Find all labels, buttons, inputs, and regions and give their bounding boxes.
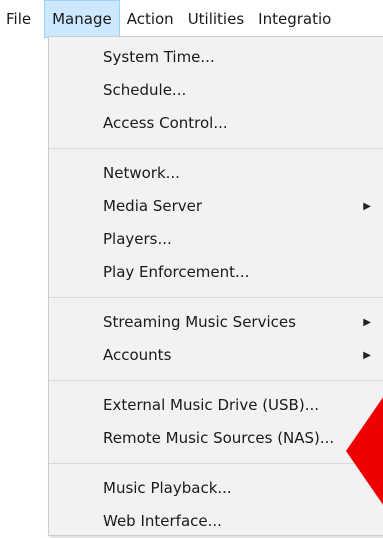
menu-separator — [49, 380, 383, 381]
submenu-arrow-icon: ▶ — [363, 350, 371, 361]
menu-item-play-enforcement[interactable]: Play Enforcement... — [49, 256, 383, 289]
menu-utilities[interactable]: Utilities — [181, 0, 251, 38]
menu-item-schedule[interactable]: Schedule... — [49, 74, 383, 107]
menu-item-label: Accounts — [103, 346, 172, 364]
submenu-arrow-icon: ▶ — [363, 201, 371, 212]
menu-item-label: Remote Music Sources (NAS)... — [103, 429, 335, 447]
menu-item-label: Play Enforcement... — [103, 263, 250, 281]
menu-item-web-interface[interactable]: Web Interface... — [49, 505, 383, 538]
menu-item-music-playback[interactable]: Music Playback... — [49, 472, 383, 505]
menu-separator — [49, 297, 383, 298]
menu-separator — [49, 463, 383, 464]
menu-item-label: Media Server — [103, 197, 203, 215]
menu-item-network[interactable]: Network... — [49, 157, 383, 190]
menu-item-label: Access Control... — [103, 114, 228, 132]
menu-bar: File Manage Action Utilities Integratio — [0, 0, 383, 38]
menu-integrations[interactable]: Integratio — [251, 0, 338, 38]
menu-item-label: Streaming Music Services — [103, 313, 296, 331]
menu-item-label: Music Playback... — [103, 479, 232, 497]
menu-manage-label: Manage — [52, 10, 112, 28]
menu-action[interactable]: Action — [120, 0, 181, 38]
menu-item-label: External Music Drive (USB)... — [103, 396, 320, 414]
menu-integrations-label: Integratio — [258, 10, 332, 28]
menu-item-label: System Time... — [103, 48, 215, 66]
menu-item-label: Web Interface... — [103, 512, 222, 530]
menu-item-accounts[interactable]: Accounts ▶ — [49, 339, 383, 372]
menu-item-access-control[interactable]: Access Control... — [49, 107, 383, 140]
menu-item-system-time[interactable]: System Time... — [49, 41, 383, 74]
menu-separator — [49, 148, 383, 149]
menu-item-media-server[interactable]: Media Server ▶ — [49, 190, 383, 223]
red-arrow-annotation-icon — [346, 393, 383, 509]
menu-manage[interactable]: Manage — [44, 0, 120, 38]
manage-dropdown-menu: System Time... Schedule... Access Contro… — [48, 36, 383, 536]
submenu-arrow-icon: ▶ — [363, 317, 371, 328]
menu-item-label: Schedule... — [103, 81, 187, 99]
menu-item-label: Players... — [103, 230, 172, 248]
menu-action-label: Action — [126, 10, 174, 28]
menu-item-streaming-music-services[interactable]: Streaming Music Services ▶ — [49, 306, 383, 339]
menu-file-label: File — [6, 10, 32, 28]
menu-item-players[interactable]: Players... — [49, 223, 383, 256]
menu-file[interactable]: File — [0, 0, 38, 38]
menu-item-remote-music-sources[interactable]: Remote Music Sources (NAS)... — [49, 422, 383, 455]
menu-item-label: Network... — [103, 164, 180, 182]
menu-utilities-label: Utilities — [187, 10, 245, 28]
menu-item-external-music-drive[interactable]: External Music Drive (USB)... — [49, 389, 383, 422]
